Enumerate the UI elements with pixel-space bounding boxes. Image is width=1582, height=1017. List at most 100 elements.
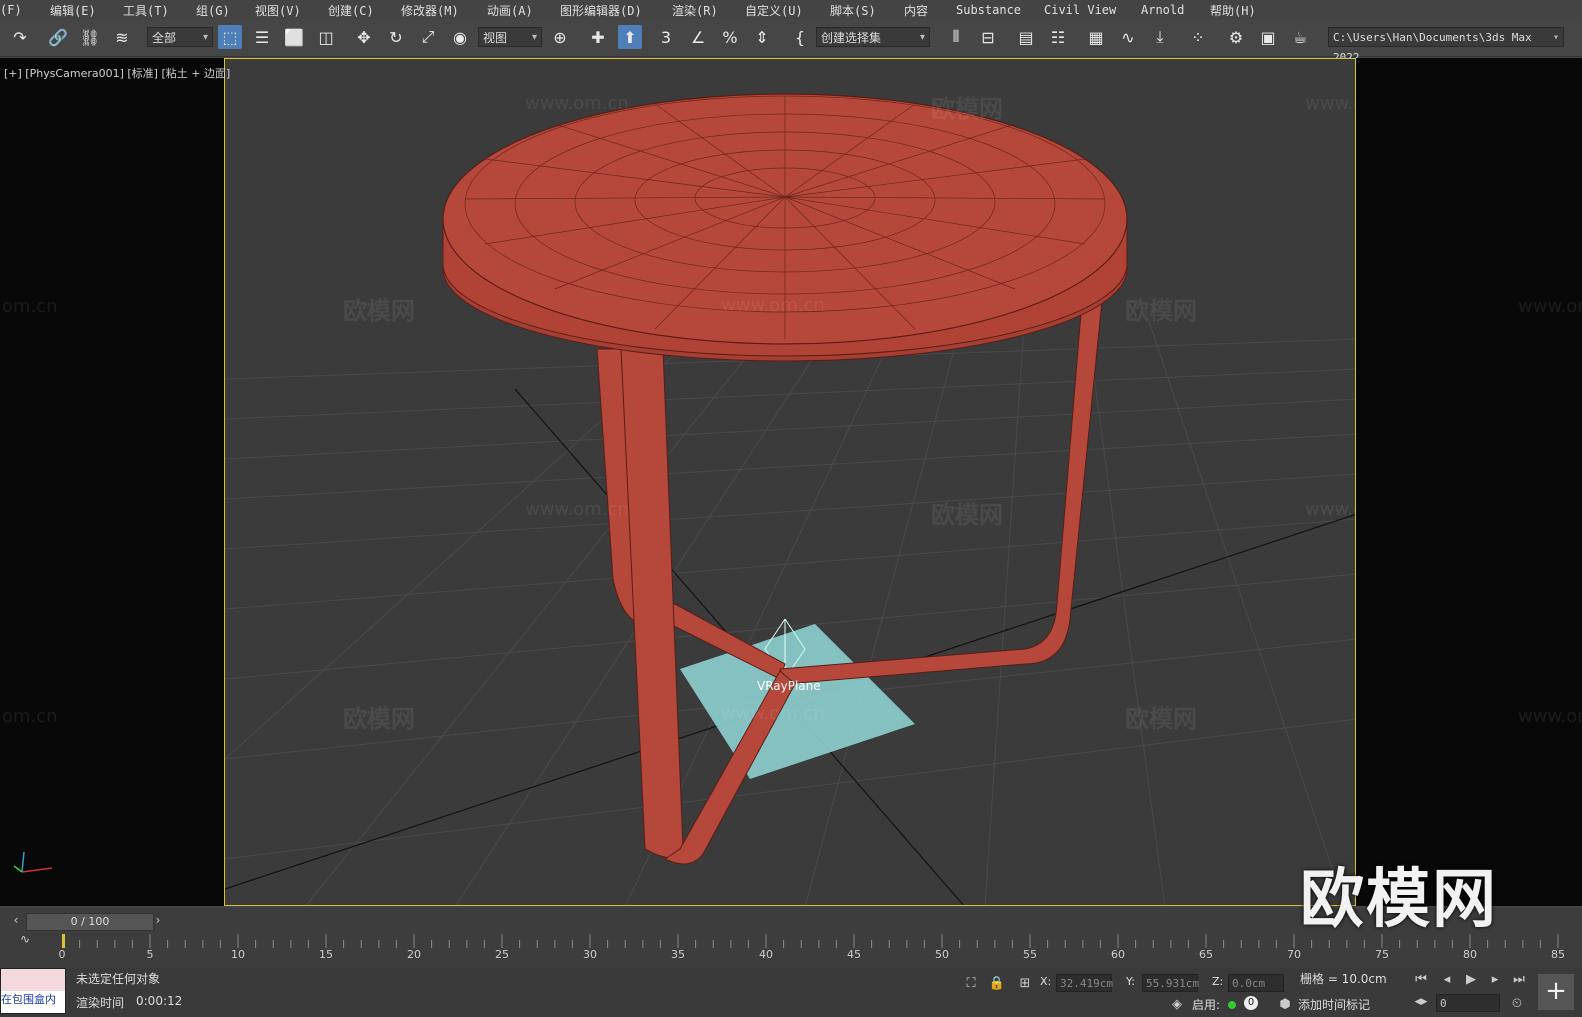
go-to-start-icon[interactable]: ⏮ (1412, 970, 1430, 988)
menu-bar: (F) 编辑(E) 工具(T) 组(G) 视图(V) 创建(C) 修改器(M) … (0, 0, 1582, 20)
pivot-center-icon[interactable]: ⊕ (548, 25, 572, 49)
tick-label: 80 (1463, 948, 1477, 961)
render-setup-icon[interactable]: ⚙ (1224, 25, 1248, 49)
perspective-viewport[interactable]: VRayPlane 欧模网 www.om.cn 欧模网 www.om.cn 欧模… (224, 58, 1356, 906)
tick-label: 60 (1111, 948, 1125, 961)
mini-curve-editor-icon[interactable]: ∿ (20, 932, 30, 946)
enable-count-badge[interactable]: 0 (1244, 996, 1258, 1010)
curve-editor-icon[interactable]: ∿ (1116, 25, 1140, 49)
mirror-icon[interactable]: ⫴ (944, 25, 968, 49)
ground-grid (225, 308, 1355, 905)
x-coordinate-field[interactable]: 32.419cm (1056, 974, 1113, 992)
menu-content[interactable]: 内容 (904, 2, 928, 19)
render-time-value: 0:00:12 (136, 994, 183, 1008)
vrayplane-object[interactable] (680, 624, 915, 779)
tick-label: 65 (1199, 948, 1213, 961)
menu-edit[interactable]: 编辑(E) (50, 2, 96, 19)
menu-tools[interactable]: 工具(T) (123, 2, 169, 19)
percent-snap-icon[interactable]: % (718, 25, 742, 49)
tick-label: 55 (1023, 948, 1037, 961)
spinner-snap-icon[interactable]: ⇕ (750, 25, 774, 49)
tick-label: 50 (935, 948, 949, 961)
table-top[interactable] (442, 93, 1128, 362)
previous-frame-icon[interactable]: ◂ (1438, 970, 1456, 988)
menu-civil-view[interactable]: Civil View (1044, 3, 1116, 17)
y-coordinate-field[interactable]: 55.931cm (1142, 974, 1199, 992)
add-button[interactable]: + (1538, 974, 1574, 1010)
material-editor-icon[interactable]: ⁘ (1186, 25, 1210, 49)
grid-spacing: 栅格 = 10.0cm (1300, 972, 1387, 986)
viewport-label[interactable]: [+] [PhysCamera001] [标准] [粘土 + 边面] (4, 65, 230, 81)
time-tag-icon[interactable]: ⬢ (1276, 995, 1294, 1013)
menu-create[interactable]: 创建(C) (328, 2, 374, 19)
named-selection-set-dropdown[interactable]: 创建选择集 (816, 27, 930, 48)
snaps-toggle-icon[interactable]: 3 (654, 25, 678, 49)
menu-graph-editors[interactable]: 图形编辑器(D) (560, 2, 642, 19)
selection-filter-dropdown[interactable]: 全部 (147, 27, 213, 48)
snaps-toggle-label: 3 (660, 27, 672, 47)
menu-help[interactable]: 帮助(H) (1210, 2, 1256, 19)
reference-coord-dropdown[interactable]: 视图 (478, 27, 542, 48)
next-frame-icon[interactable]: ▸ (1486, 970, 1504, 988)
y-label: Y: (1126, 975, 1135, 988)
play-icon[interactable]: ▶ (1462, 970, 1480, 988)
current-frame-field[interactable]: 0 (1436, 994, 1500, 1012)
table-legs[interactable] (596, 288, 1104, 865)
tick-label: 35 (671, 948, 685, 961)
menu-view[interactable]: 视图(V) (255, 2, 301, 19)
schematic-view-icon[interactable]: ⤓ (1148, 25, 1172, 49)
menu-group[interactable]: 组(G) (196, 2, 230, 19)
z-coordinate-field[interactable]: 0.0cm (1228, 974, 1284, 992)
menu-animation[interactable]: 动画(A) (487, 2, 533, 19)
maxscript-listener[interactable]: 在包围盒内 (0, 968, 66, 1014)
menu-customize[interactable]: 自定义(U) (745, 2, 803, 19)
scale-icon[interactable]: ⤢ (416, 25, 440, 49)
menu-arnold[interactable]: Arnold (1141, 3, 1184, 17)
window-crossing-icon[interactable]: ◫ (314, 25, 338, 49)
menu-rendering[interactable]: 渲染(R) (672, 2, 718, 19)
rect-selection-icon[interactable]: ⬜ (282, 25, 306, 49)
layer-explorer-icon[interactable]: ☷ (1046, 25, 1070, 49)
prev-frame-button[interactable]: ‹ (8, 913, 24, 929)
bind-spacewarp-icon[interactable]: ≋ (110, 25, 134, 49)
tick-label: 5 (146, 948, 154, 961)
link-icon[interactable]: 🔗 (46, 25, 70, 49)
angle-snap-icon[interactable]: ∠ (686, 25, 710, 49)
shield-icon[interactable]: ◈ (1168, 995, 1186, 1013)
place-icon[interactable]: ◉ (448, 25, 472, 49)
absolute-mode-icon[interactable]: ⊞ (1016, 974, 1034, 992)
unlink-icon[interactable]: ⛓ (78, 25, 102, 49)
select-by-name-icon[interactable]: ☰ (250, 25, 274, 49)
time-config-icon[interactable]: ⏲ (1508, 994, 1526, 1012)
rotate-icon[interactable]: ↻ (384, 25, 408, 49)
status-bar: 在包围盒内 未选定任何对象 渲染时间 0:00:12 ⛶ 🔒 ⊞ X: 32.4… (0, 968, 1582, 1017)
tick-label: 85 (1551, 948, 1565, 961)
tick-label: 20 (407, 948, 421, 961)
redo-icon[interactable]: ↷ (8, 25, 32, 49)
project-path-dropdown[interactable]: C:\Users\Han\Documents\3ds Max 2022 (1328, 27, 1564, 64)
menu-substance[interactable]: Substance (956, 3, 1021, 17)
add-time-tag-label[interactable]: 添加时间标记 (1298, 996, 1370, 1013)
lock-icon[interactable]: 🔒 (988, 974, 1006, 992)
edit-named-selection-icon[interactable]: { (788, 25, 812, 49)
rendered-frame-window-icon[interactable]: ▣ (1256, 25, 1280, 49)
key-mode-icon[interactable]: ◂▸ (1412, 992, 1430, 1010)
menu-file[interactable]: (F) (0, 3, 22, 17)
align-icon[interactable]: ⊟ (976, 25, 1000, 49)
time-slider[interactable]: 0 / 100 (26, 913, 154, 931)
scene-svg (225, 93, 1355, 905)
tick-label: 25 (495, 948, 509, 961)
tick-label: 70 (1287, 948, 1301, 961)
select-object-icon[interactable]: ⬚ (218, 25, 242, 49)
move-icon[interactable]: ✥ (352, 25, 376, 49)
menu-modifiers[interactable]: 修改器(M) (401, 2, 459, 19)
ribbon-icon[interactable]: ▦ (1084, 25, 1108, 49)
menu-scripting[interactable]: 脚本(S) (830, 2, 876, 19)
render-production-icon[interactable]: ☕ (1288, 25, 1312, 49)
keyboard-shortcut-override-icon[interactable]: ⬆ (618, 25, 642, 49)
next-frame-button[interactable]: › (150, 913, 166, 929)
scene-explorer-icon[interactable]: ▤ (1014, 25, 1038, 49)
select-manipulate-icon[interactable]: ✚ (586, 25, 610, 49)
go-to-end-icon[interactable]: ⏭ (1510, 970, 1528, 988)
isolate-selection-icon[interactable]: ⛶ (962, 974, 980, 992)
